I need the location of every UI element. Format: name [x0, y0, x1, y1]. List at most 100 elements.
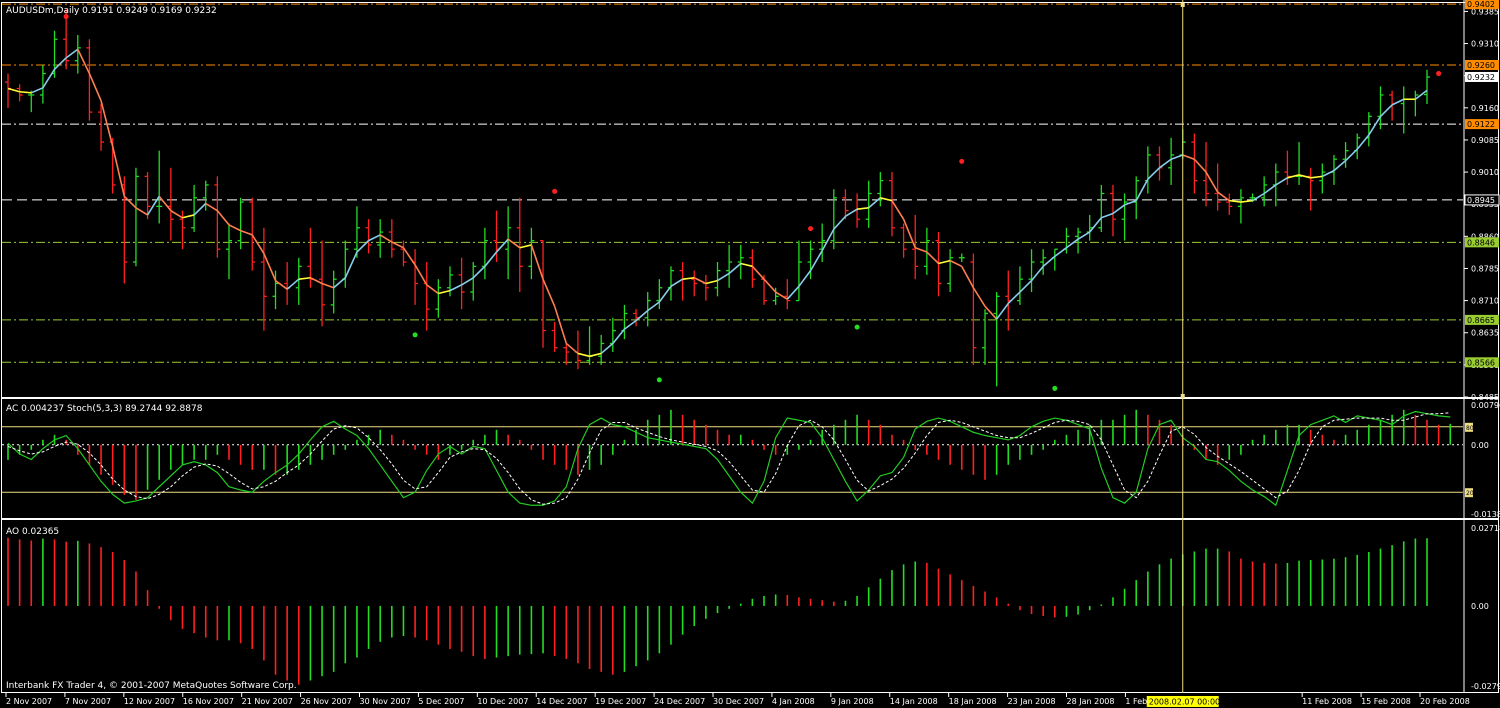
moving-average-segment — [717, 272, 730, 282]
moving-average-segment — [298, 276, 311, 280]
fractal-dot — [656, 377, 662, 383]
fractal-dot — [808, 226, 814, 232]
moving-average-segment — [1101, 212, 1114, 219]
time-tick-label: 12 Nov 2007 — [124, 697, 175, 706]
moving-average-segment — [821, 228, 835, 252]
cursor-handle-top — [1180, 3, 1185, 7]
time-tick-label: 9 Jan 2008 — [831, 697, 874, 706]
moving-average-segment — [751, 265, 765, 280]
time-tick-label: 5 Dec 2007 — [418, 697, 464, 706]
time-tick-label: 2 Nov 2007 — [6, 697, 52, 706]
price-tick-label: 0.9310 — [1471, 40, 1499, 49]
time-tick-label: 16 Nov 2007 — [183, 697, 234, 706]
moving-average-segment — [228, 224, 241, 232]
moving-average-segment — [65, 48, 79, 59]
moving-average-segment — [1310, 175, 1323, 179]
price-tick-label: 0.9160 — [1471, 104, 1499, 113]
moving-average-segment — [1182, 154, 1195, 160]
fractal-dot — [412, 332, 418, 338]
moving-average-segment — [30, 87, 44, 94]
moving-average-segment — [1124, 199, 1137, 206]
moving-average-segment — [740, 262, 753, 268]
moving-average-segment — [868, 197, 881, 209]
moving-average-segment — [949, 259, 963, 268]
moving-average-segment — [88, 73, 102, 101]
level-tag-label: 0.8846 — [1467, 238, 1495, 247]
moving-average-segment — [612, 328, 626, 344]
copyright-footer: Interbank FX Trader 4, © 2001-2007 MetaQ… — [6, 681, 297, 691]
moving-average-segment — [135, 207, 148, 216]
moving-average-segment — [1030, 265, 1044, 282]
moving-average-segment — [170, 209, 183, 219]
moving-average-segment — [763, 278, 777, 293]
moving-average-segment — [275, 279, 288, 290]
moving-average-segment — [542, 278, 556, 307]
time-tick-label: 11 Feb 2008 — [1302, 697, 1352, 706]
moving-average-segment — [1077, 231, 1091, 240]
moving-average-segment — [251, 234, 265, 254]
time-tick-label: 30 Nov 2007 — [360, 697, 411, 706]
moving-average-segment — [263, 253, 277, 281]
fractal-dot — [1436, 71, 1442, 77]
time-tick-label: 24 Dec 2007 — [654, 697, 705, 706]
moving-average-segment — [449, 284, 462, 292]
moving-average-segment — [1147, 167, 1161, 180]
fractal-dot — [959, 158, 965, 164]
panel-frame-0 — [1, 2, 1499, 398]
moving-average-segment — [1275, 177, 1288, 186]
time-tick-label: 7 Nov 2007 — [65, 697, 111, 706]
moving-average-segment — [798, 270, 812, 287]
ao-tick-label: 0.02718 — [1471, 524, 1500, 533]
moving-average-segment — [461, 277, 474, 286]
moving-average-segment — [111, 146, 126, 197]
moving-average-segment — [1217, 191, 1230, 202]
time-tick-label: 20 Feb 2008 — [1420, 697, 1470, 706]
time-tick-label: 21 Nov 2007 — [242, 697, 293, 706]
moving-average-segment — [1240, 199, 1253, 203]
moving-average-segment — [670, 278, 684, 288]
ac-tick-label: -0.01384 — [1471, 510, 1500, 519]
moving-average-segment — [891, 200, 905, 220]
moving-average-segment — [344, 251, 358, 279]
moving-average-segment — [240, 229, 253, 236]
level-tag-label: 0.8566 — [1467, 358, 1495, 367]
moving-average-segment — [1019, 280, 1033, 293]
moving-average-segment — [321, 282, 334, 289]
time-tick-label: 28 Jan 2008 — [1067, 697, 1115, 706]
moving-average-segment — [1159, 158, 1172, 169]
moving-average-segment — [996, 302, 1009, 320]
moving-average-segment — [693, 277, 707, 285]
time-tick-label: 23 Jan 2008 — [1008, 697, 1056, 706]
stoch-main-line — [7, 410, 1451, 507]
moving-average-segment — [414, 264, 428, 286]
moving-average-segment — [938, 259, 951, 265]
moving-average-segment — [53, 57, 67, 70]
cursor-time-label: 2008.02.07 00:00 — [1149, 698, 1220, 707]
price-tick-label: 0.8710 — [1471, 297, 1499, 306]
time-tick-label: 10 Dec 2007 — [477, 697, 528, 706]
ao-header: AO 0.02365 — [6, 527, 59, 537]
time-tick-label: 19 Dec 2007 — [595, 697, 646, 706]
moving-average-segment — [519, 244, 532, 249]
moving-average-segment — [216, 210, 230, 226]
moving-average-segment — [1379, 104, 1393, 117]
moving-average-segment — [1263, 184, 1277, 195]
fractal-dot — [552, 188, 558, 194]
moving-average-segment — [1333, 160, 1347, 172]
moving-average-segment — [1205, 171, 1219, 193]
price-tick-label: 0.8785 — [1471, 264, 1499, 273]
moving-average-segment — [146, 195, 160, 216]
moving-average-segment — [984, 305, 998, 320]
moving-average-segment — [775, 291, 788, 300]
moving-average-segment — [77, 48, 91, 74]
fractal-dot — [1052, 385, 1058, 391]
moving-average-segment — [507, 238, 521, 249]
trading-chart[interactable]: 0.93850.93100.92350.91600.90850.90100.89… — [0, 0, 1500, 708]
moving-average-segment — [647, 301, 660, 312]
level-tag-label: 0.9232 — [1467, 73, 1495, 82]
moving-average-segment — [914, 247, 928, 253]
level-tag-label: 0.9260 — [1467, 61, 1495, 70]
moving-average-segment — [472, 265, 486, 279]
moving-average-segment — [158, 195, 172, 212]
moving-average-segment — [530, 244, 544, 280]
